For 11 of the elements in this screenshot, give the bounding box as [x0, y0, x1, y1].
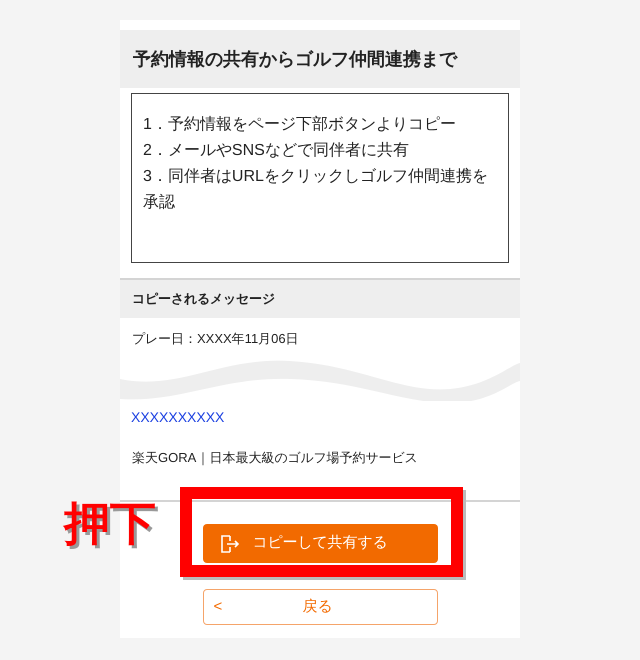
- footer-text: 楽天GORA｜日本最大級のゴルフ場予約サービス: [131, 448, 418, 467]
- share-button[interactable]: コピーして共有する: [202, 524, 438, 563]
- message-header: コピーされるメッセージ: [120, 280, 520, 318]
- step-text: 3．同伴者はURLをクリックしゴルフ仲間連携を承認: [143, 166, 489, 213]
- step-text: 1．予約情報をページ下部ボタンよりコピー: [143, 114, 457, 135]
- annotation-label: 押下: [64, 500, 156, 546]
- play-date: プレー日：XXXX年11月06日: [131, 330, 300, 348]
- back-button[interactable]: < 戻る: [202, 589, 438, 625]
- link[interactable]: XXXXXXXXXX: [120, 406, 520, 428]
- section-title: 予約情報の共有からゴルフ仲間連携まで: [120, 30, 520, 88]
- step-text: 2．メールやSNSなどで同伴者に共有: [143, 140, 410, 161]
